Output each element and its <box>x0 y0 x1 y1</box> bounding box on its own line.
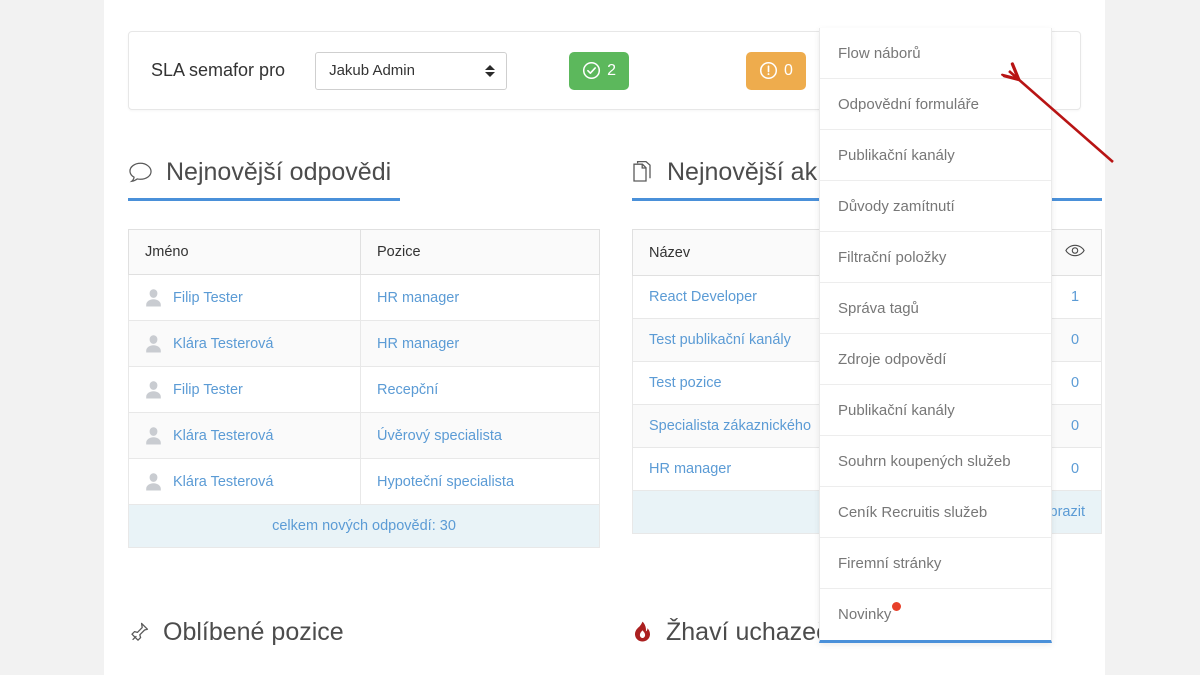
menu-item-novinky[interactable]: Novinky <box>820 589 1051 640</box>
sla-user-select-value: Jakub Admin <box>329 62 415 79</box>
pin-icon <box>128 621 150 644</box>
menu-item-label: Filtrační položky <box>838 248 947 266</box>
menu-item-duvody-zamitnuti[interactable]: Důvody zamítnutí <box>820 181 1051 232</box>
menu-item-label: Firemní stránky <box>838 554 942 572</box>
menu-item-label: Flow náborů <box>838 44 921 62</box>
cell-name: Filip Tester <box>128 274 361 321</box>
response-name-link[interactable]: Klára Testerová <box>173 336 273 352</box>
page-title: Nejnovější ak <box>667 157 818 186</box>
menu-item-label: Publikační kanály <box>838 146 955 164</box>
user-avatar-icon <box>146 473 161 491</box>
section-latest-responses: Nejnovější odpovědi Jméno Pozice Filip T… <box>128 152 600 548</box>
table-row[interactable]: Klára Testerová HR manager <box>128 320 600 367</box>
user-avatar-icon <box>146 381 161 399</box>
latest-responses-table: Jméno Pozice Filip Tester HR manager Klá… <box>128 229 600 548</box>
menu-item-cenik-recruitis-sluzeb[interactable]: Ceník Recruitis služeb <box>820 487 1051 538</box>
table-row[interactable]: Klára Testerová Hypoteční specialista <box>128 458 600 505</box>
column-header-views <box>1048 229 1102 276</box>
response-name-link[interactable]: Filip Tester <box>173 290 243 306</box>
sla-badge-ok-count: 2 <box>607 61 616 79</box>
updown-caret-icon <box>484 62 496 80</box>
table-footer-row: celkem nových odpovědí: 30 <box>128 504 600 548</box>
menu-item-filtracni-polozky[interactable]: Filtrační položky <box>820 232 1051 283</box>
views-eye-icon <box>1065 244 1085 261</box>
table-row[interactable]: Filip Tester HR manager <box>128 274 600 321</box>
menu-item-label: Ceník Recruitis služeb <box>838 503 988 521</box>
cell-position[interactable]: HR manager <box>360 320 600 367</box>
activity-views: 0 <box>1048 404 1102 448</box>
activity-views: 0 <box>1048 361 1102 405</box>
speech-bubble-icon <box>128 161 153 184</box>
flame-icon <box>632 620 653 644</box>
section-hot-candidates: Žhaví uchazeči <box>632 612 834 652</box>
cell-name: Filip Tester <box>128 366 361 413</box>
section-underline <box>128 198 400 201</box>
user-avatar-icon <box>146 289 161 307</box>
column-header-position: Pozice <box>360 229 600 275</box>
menu-item-sprava-tagu[interactable]: Správa tagů <box>820 283 1051 334</box>
menu-item-label: Publikační kanály <box>838 401 955 419</box>
sla-badge-warn[interactable]: 0 <box>745 51 806 90</box>
page-root: SLA semafor pro Jakub Admin 2 0 Nejnověj… <box>0 0 1200 675</box>
cell-position[interactable]: HR manager <box>360 274 600 321</box>
activity-views: 0 <box>1048 318 1102 362</box>
page-title: Žhaví uchazeči <box>666 617 835 646</box>
table-row[interactable]: Klára Testerová Úvěrový specialista <box>128 412 600 459</box>
section-favourite-positions: Oblíbené pozice <box>128 612 344 652</box>
activity-views: 1 <box>1048 275 1102 319</box>
section-header: Žhaví uchazeči <box>632 612 834 652</box>
admin-dropdown-menu[interactable]: Flow náborů Odpovědní formuláře Publikač… <box>819 28 1052 643</box>
user-avatar-icon <box>146 427 161 445</box>
menu-item-label: Zdroje odpovědí <box>838 350 947 368</box>
menu-item-label: Odpovědní formuláře <box>838 95 979 113</box>
documents-icon <box>632 160 654 184</box>
new-items-badge-dot <box>892 602 902 611</box>
cell-name: Klára Testerová <box>128 458 361 505</box>
response-name-link[interactable]: Klára Testerová <box>173 428 273 444</box>
sla-badge-ok[interactable]: 2 <box>569 51 629 90</box>
cell-position[interactable]: Recepční <box>360 366 600 413</box>
section-header: Oblíbené pozice <box>128 612 344 652</box>
cell-position[interactable]: Úvěrový specialista <box>360 412 600 459</box>
column-header-name: Jméno <box>128 229 361 275</box>
table-header-row: Jméno Pozice <box>128 229 600 275</box>
page-title: Oblíbené pozice <box>163 617 344 646</box>
user-avatar-icon <box>146 335 161 353</box>
responses-total-label: celkem nových odpovědí: 30 <box>128 504 600 548</box>
menu-item-label: Souhrn koupených služeb <box>838 452 1011 470</box>
menu-item-publikacni-kanaly[interactable]: Publikační kanály <box>820 130 1051 181</box>
page-title: Nejnovější odpovědi <box>166 157 392 186</box>
sla-label: SLA semafor pro <box>151 60 286 80</box>
cell-name: Klára Testerová <box>128 320 361 367</box>
exclamation-circle-icon <box>759 61 778 80</box>
cell-position[interactable]: Hypoteční specialista <box>360 458 600 505</box>
cell-name: Klára Testerová <box>128 412 361 459</box>
menu-item-firemni-stranky[interactable]: Firemní stránky <box>820 538 1051 589</box>
menu-item-label: Novinky <box>838 606 892 623</box>
response-name-link[interactable]: Filip Tester <box>173 382 243 398</box>
sla-user-select[interactable]: Jakub Admin <box>315 51 508 90</box>
check-circle-icon <box>582 61 601 80</box>
menu-item-zdroje-odpovedi[interactable]: Zdroje odpovědí <box>820 334 1051 385</box>
menu-item-label: Důvody zamítnutí <box>838 197 955 215</box>
menu-item-label: Správa tagů <box>838 299 919 317</box>
menu-item-souhrn-koupenych-sluzeb[interactable]: Souhrn koupených služeb <box>820 436 1051 487</box>
response-name-link[interactable]: Klára Testerová <box>173 474 273 490</box>
section-header: Nejnovější odpovědi <box>128 152 600 192</box>
menu-item-publikacni-kanaly-2[interactable]: Publikační kanály <box>820 385 1051 436</box>
menu-item-flow-naboru[interactable]: Flow náborů <box>820 28 1051 79</box>
menu-item-odpovedni-formulare[interactable]: Odpovědní formuláře <box>820 79 1051 130</box>
activity-views: 0 <box>1048 447 1102 491</box>
sla-badge-warn-count: 0 <box>783 61 793 79</box>
latest-responses-body: Filip Tester HR manager Klára Testerová … <box>128 274 600 548</box>
table-row[interactable]: Filip Tester Recepční <box>128 366 600 413</box>
